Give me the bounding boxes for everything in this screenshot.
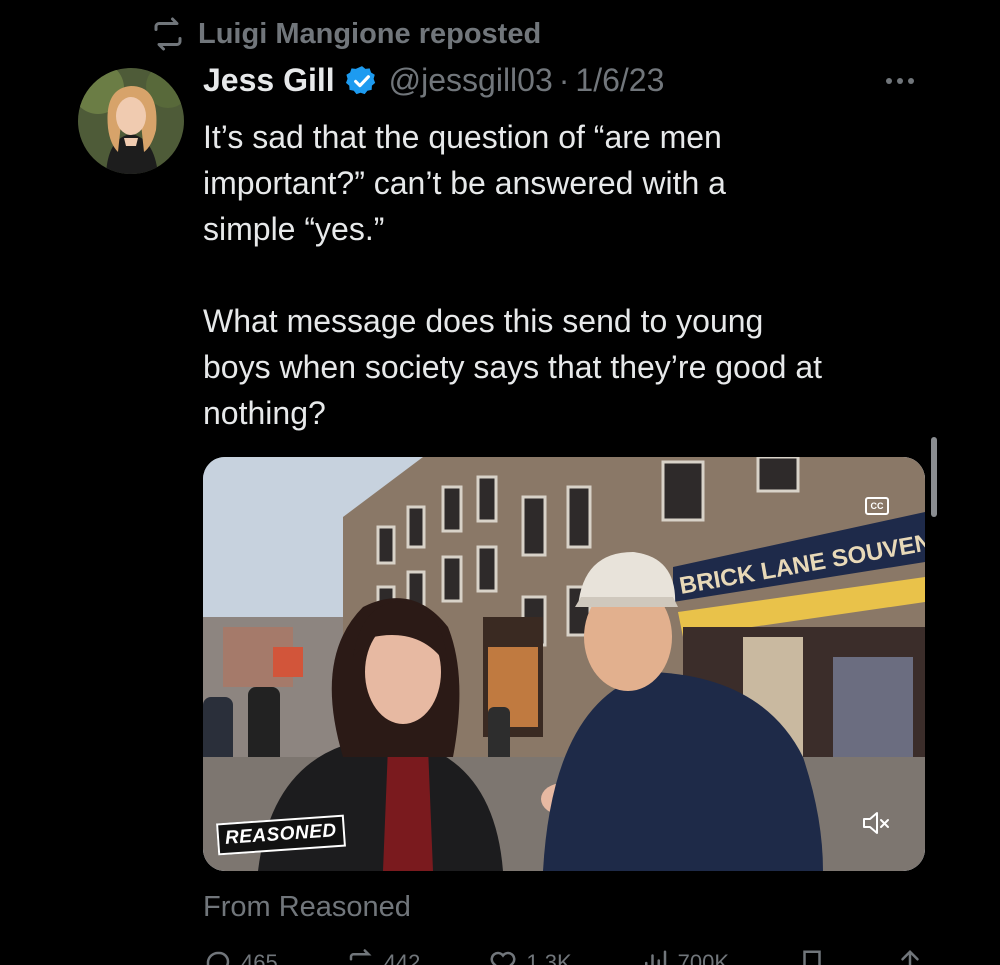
repost-icon bbox=[349, 949, 372, 961]
tweet-header: Jess Gill @jessgill03 · 1/6/23 bbox=[203, 62, 664, 99]
views-button[interactable]: 700K bbox=[640, 948, 729, 965]
views-icon bbox=[644, 950, 666, 965]
verified-badge-icon bbox=[345, 65, 375, 94]
repost-icon bbox=[154, 17, 182, 51]
media-source[interactable]: From Reasoned bbox=[203, 891, 411, 924]
reply-icon bbox=[206, 951, 230, 965]
tweet-text: It’s sad that the question of “are men i… bbox=[203, 114, 943, 436]
views-count: 700K bbox=[677, 950, 729, 965]
bookmark-button[interactable] bbox=[797, 948, 827, 965]
avatar[interactable] bbox=[78, 68, 184, 174]
reply-count: 465 bbox=[241, 950, 278, 965]
repost-count: 442 bbox=[383, 950, 421, 965]
more-options-icon[interactable] bbox=[886, 78, 914, 84]
share-button[interactable] bbox=[895, 948, 925, 965]
video-player[interactable]: BRICK LANE SOUVENIR CC REASONED bbox=[203, 457, 925, 871]
tweet-paragraph-2: What message does this send to young boy… bbox=[203, 303, 823, 431]
closed-captions-button[interactable]: CC bbox=[865, 497, 889, 515]
author-handle[interactable]: @jessgill03 bbox=[389, 62, 553, 99]
action-bar: 465 442 1.3K 700K bbox=[203, 948, 925, 965]
mute-icon[interactable] bbox=[861, 809, 891, 837]
like-count: 1.3K bbox=[526, 950, 572, 965]
header-separator: · bbox=[558, 62, 570, 98]
like-button[interactable]: 1.3K bbox=[488, 948, 572, 965]
author-name[interactable]: Jess Gill bbox=[203, 62, 335, 99]
scrollbar-thumb[interactable] bbox=[931, 437, 937, 517]
repost-button[interactable]: 442 bbox=[346, 948, 421, 965]
reply-button[interactable]: 465 bbox=[203, 948, 278, 965]
tweet-paragraph-1: It’s sad that the question of “are men i… bbox=[203, 119, 726, 247]
heart-icon bbox=[490, 951, 516, 965]
share-icon bbox=[901, 949, 919, 965]
tweet-date[interactable]: 1/6/23 bbox=[575, 62, 664, 99]
bookmark-icon bbox=[803, 950, 821, 965]
repost-label: Luigi Mangione reposted bbox=[198, 17, 542, 50]
video-frame: BRICK LANE SOUVENIR bbox=[203, 457, 925, 871]
repost-indicator[interactable]: Luigi Mangione reposted bbox=[150, 16, 541, 52]
